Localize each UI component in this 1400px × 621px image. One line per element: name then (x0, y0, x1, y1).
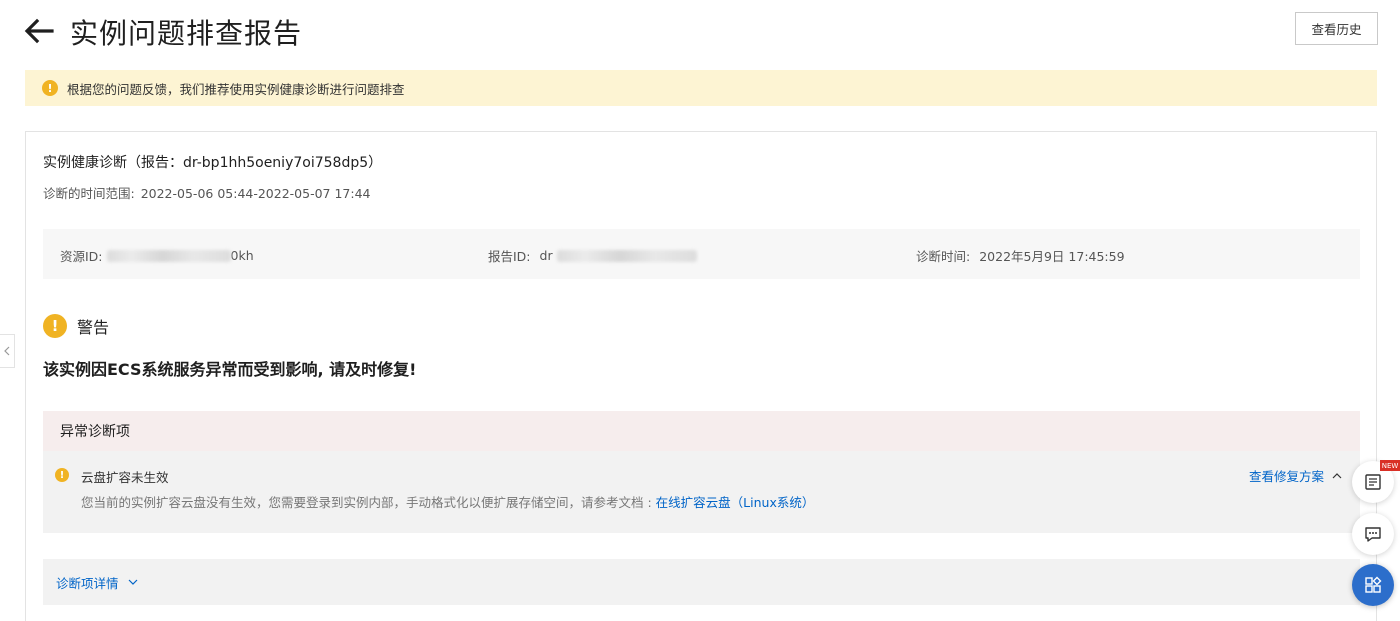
diagnosis-details-bar: 诊断项详情 (43, 559, 1360, 605)
chevron-down-icon (128, 579, 137, 585)
time-range-label: 诊断的时间范围: (43, 186, 135, 201)
view-fix-solution-link[interactable]: 查看修复方案 (1249, 466, 1342, 485)
report-info-bar: 资源ID: 0kh 报告ID: dr 诊断时间: 2022年5月9日 17:45… (43, 229, 1360, 279)
diagnosis-details-toggle[interactable]: 诊断项详情 (56, 573, 138, 592)
redacted-report-id (556, 249, 697, 262)
online-expand-disk-doc-link[interactable]: 在线扩容云盘（Linux系统） (656, 495, 815, 510)
warning-heading: ! 警告 (43, 314, 109, 338)
warning-circle-icon: ! (43, 314, 67, 338)
time-range: 诊断的时间范围: 2022-05-06 05:44-2022-05-07 17:… (43, 183, 371, 202)
warning-label: 警告 (77, 318, 110, 337)
apps-float-button[interactable] (1352, 564, 1394, 606)
notice-text: 根据您的问题反馈，我们推荐使用实例健康诊断进行问题排查 (67, 81, 405, 97)
time-range-value: 2022-05-06 05:44-2022-05-07 17:44 (140, 186, 371, 201)
redacted-resource-id (106, 249, 231, 262)
view-history-button[interactable]: 查看历史 (1295, 12, 1378, 45)
diagnosis-time: 诊断时间: 2022年5月9日 17:45:59 (916, 246, 1125, 265)
report-id: 报告ID: dr (488, 246, 697, 265)
resource-id: 资源ID: 0kh (60, 246, 254, 265)
apps-grid-icon (1365, 576, 1382, 593)
abnormal-item: ! 云盘扩容未生效 查看修复方案 您当前的实例扩容云盘没有生效，您需要登录到实例… (43, 451, 1360, 533)
feedback-float-button[interactable] (1352, 513, 1394, 555)
diagnosis-time-label: 诊断时间: (916, 249, 971, 264)
abnormal-items-header: 异常诊断项 (43, 411, 1360, 451)
chevron-left-icon (4, 346, 10, 356)
chat-bubble-icon (1365, 527, 1381, 542)
chevron-up-icon (1332, 472, 1342, 478)
recommendation-notice: ! 根据您的问题反馈，我们推荐使用实例健康诊断进行问题排查 (25, 70, 1377, 106)
description-text: 您当前的实例扩容云盘没有生效，您需要登录到实例内部，手动格式化以便扩展存储空间，… (81, 495, 656, 510)
warning-circle-icon: ! (42, 80, 58, 96)
report-id-prefix: dr (539, 248, 553, 263)
abnormal-item-description: 您当前的实例扩容云盘没有生效，您需要登录到实例内部，手动格式化以便扩展存储空间，… (81, 492, 814, 511)
side-collapse-handle[interactable] (0, 334, 15, 368)
page-header: 实例问题排查报告 查看历史 (0, 0, 1400, 64)
book-icon (1365, 474, 1381, 490)
report-id-label: 报告ID: (488, 249, 531, 264)
report-title: 实例健康诊断（报告：dr-bp1hh5oeniy7oi758dp5） (43, 155, 383, 171)
abnormal-item-title: 云盘扩容未生效 (81, 470, 169, 485)
resource-id-suffix: 0kh (230, 248, 254, 263)
diagnosis-report-panel: 实例健康诊断（报告：dr-bp1hh5oeniy7oi758dp5） 诊断的时间… (25, 131, 1377, 621)
warning-message: 该实例因ECS系统服务异常而受到影响, 请及时修复! (43, 360, 417, 379)
resource-id-label: 资源ID: (60, 249, 103, 264)
details-toggle-label: 诊断项详情 (56, 575, 119, 591)
arrow-left-icon[interactable] (22, 14, 56, 48)
fix-link-label: 查看修复方案 (1248, 469, 1324, 484)
diagnosis-time-value: 2022年5月9日 17:45:59 (979, 249, 1125, 264)
new-badge: NEW (1380, 460, 1400, 471)
warning-circle-icon: ! (55, 468, 69, 482)
page-title: 实例问题排查报告 (70, 17, 303, 50)
